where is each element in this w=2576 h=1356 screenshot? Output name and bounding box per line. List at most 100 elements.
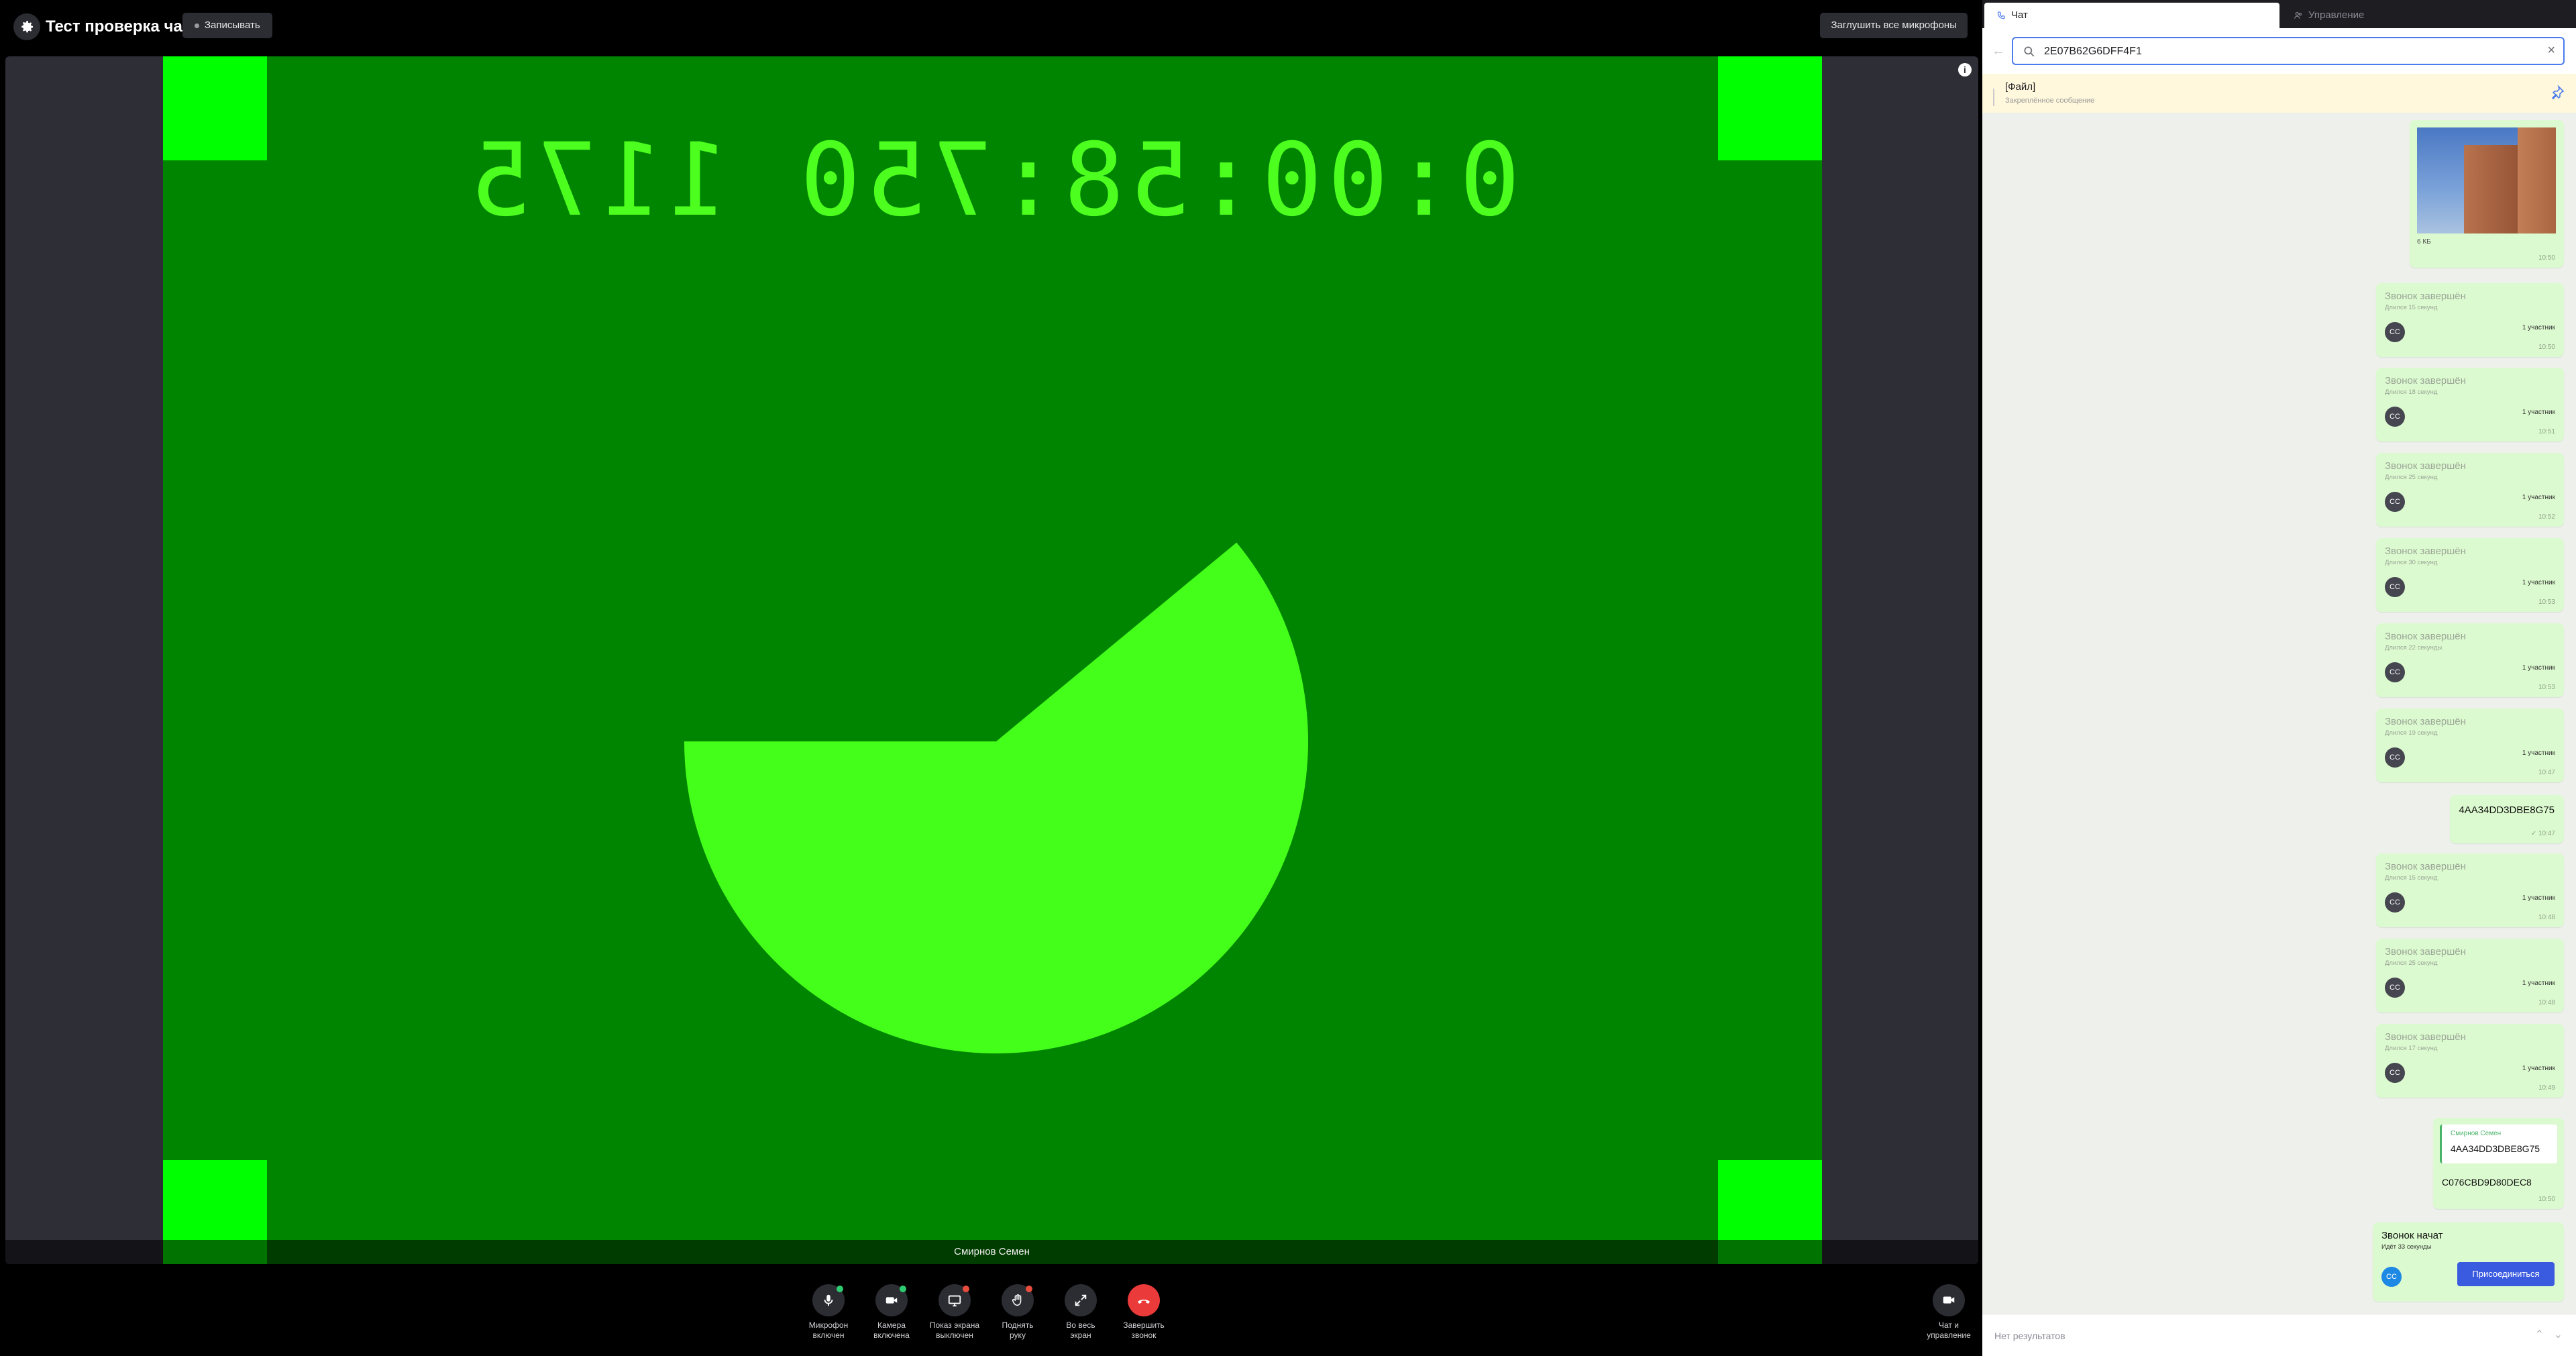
raise-hand-button[interactable] xyxy=(1002,1284,1034,1316)
fullscreen-control[interactable]: Во весь экран xyxy=(1057,1284,1104,1341)
search-results-bar: Нет результатов ⌃ ⌄ xyxy=(1982,1314,2576,1356)
text-message[interactable]: 4AA34DD3DBE8G75 ✓ 10:47 xyxy=(2450,795,2564,843)
screen-share-control[interactable]: Показ экрана выключен xyxy=(929,1284,980,1341)
hangup-button[interactable] xyxy=(1128,1284,1160,1316)
chat-video-icon xyxy=(1943,1296,1955,1304)
camera-button[interactable] xyxy=(875,1284,908,1316)
call-header: Тест проверка чат Записывать Заглушить в… xyxy=(0,0,1982,54)
message-time: ✓ 10:47 xyxy=(2530,830,2555,837)
participants-count: 1 участник xyxy=(2522,579,2555,586)
pinned-message[interactable]: [Файл] Закреплённое сообщение xyxy=(1982,74,2576,113)
camera-label: Камера включена xyxy=(873,1320,910,1340)
tab-manage-label: Управление xyxy=(2308,9,2365,21)
participants-count: 1 участник xyxy=(2522,494,2555,501)
message-time: 10:50 xyxy=(2538,1196,2555,1203)
camera-status-badge xyxy=(900,1286,906,1292)
pin-icon[interactable] xyxy=(2549,85,2565,101)
message-text: 4AA34DD3DBE8G75 xyxy=(2459,804,2555,816)
call-card-title: Звонок завершён xyxy=(2385,631,2466,642)
fullscreen-icon xyxy=(1075,1294,1087,1306)
mic-label: Микрофон включен xyxy=(808,1320,849,1340)
video-tile[interactable]: 0:00:58:750 1175 Смирнов Семен i xyxy=(5,56,1978,1264)
record-label: Записывать xyxy=(205,19,260,31)
message-time: 10:50 xyxy=(2538,254,2555,262)
tab-chat-label: Чат xyxy=(2011,9,2028,21)
call-title: Тест проверка чат xyxy=(46,17,191,36)
participants-count: 1 участник xyxy=(2522,980,2555,987)
call-card-title: Звонок завершён xyxy=(2385,545,2466,557)
chevron-up-icon[interactable]: ⌃ xyxy=(2535,1328,2544,1341)
chat-search-bar: ← × xyxy=(1982,28,2576,74)
phone-icon xyxy=(1997,11,2005,19)
participants-count: 1 участник xyxy=(2522,894,2555,902)
call-card-duration: Длился 30 секунд xyxy=(2385,559,2438,566)
message-list[interactable]: 6 КБ 10:50 Звонок завершён Длился 15 секу… xyxy=(1982,113,2576,1314)
avatar: СС xyxy=(2385,322,2405,342)
call-ended-card[interactable]: Звонок завершён Длился 30 секунд СС 1 участ… xyxy=(2376,538,2564,612)
call-card-duration: Длился 15 секунд xyxy=(2385,874,2438,882)
screen-share-icon xyxy=(948,1295,961,1307)
join-call-button[interactable]: Присоединиться xyxy=(2457,1262,2555,1286)
message-time: 10:50 xyxy=(2538,344,2555,351)
call-ended-card[interactable]: Звонок завершён Длился 22 секунды СС 1 учас… xyxy=(2376,623,2564,697)
building-image xyxy=(2518,127,2556,233)
call-ended-card[interactable]: Звонок завершён Длился 15 секунд СС 1 участ… xyxy=(2376,853,2564,927)
quoted-message[interactable]: Смирнов Семен 4AA34DD3DBE8G75 xyxy=(2440,1125,2557,1163)
call-card-title: Звонок завершён xyxy=(2385,460,2466,472)
raise-hand-control[interactable]: Поднять руку xyxy=(994,1284,1041,1341)
hangup-label: Завершить звонок xyxy=(1123,1320,1165,1340)
chevron-down-icon[interactable]: ⌄ xyxy=(2554,1328,2563,1341)
image-thumbnail[interactable] xyxy=(2417,127,2556,233)
microphone-icon xyxy=(824,1294,833,1306)
call-ended-card[interactable]: Звонок завершён Длился 25 секунд СС 1 участ… xyxy=(2376,453,2564,527)
call-card-duration: Длился 25 секунд xyxy=(2385,474,2438,481)
fullscreen-button[interactable] xyxy=(1065,1284,1097,1316)
call-card-title: Звонок завершён xyxy=(2385,375,2466,386)
mic-button[interactable] xyxy=(812,1284,845,1316)
image-message[interactable]: 6 КБ 10:50 xyxy=(2410,120,2564,268)
mic-control[interactable]: Микрофон включен xyxy=(805,1284,852,1341)
settings-button[interactable] xyxy=(13,13,40,40)
message-time: 10:51 xyxy=(2538,428,2555,435)
call-ended-card[interactable]: Звонок завершён Длился 15 секунд СС 1 участ… xyxy=(2376,283,2564,357)
message-time: 10:47 xyxy=(2538,769,2555,776)
reply-message[interactable]: Смирнов Семен 4AA34DD3DBE8G75 C076CBD9D8… xyxy=(2433,1118,2564,1209)
screen-share-label: Показ экрана выключен xyxy=(929,1320,980,1340)
camera-control[interactable]: Камера включена xyxy=(868,1284,915,1341)
hangup-control[interactable]: Завершить звонок xyxy=(1120,1284,1167,1341)
search-input[interactable] xyxy=(2044,44,2527,60)
call-card-title: Звонок завершён xyxy=(2385,946,2466,957)
active-call-title: Звонок начат xyxy=(2381,1230,2443,1241)
call-card-duration: Длился 15 секунд xyxy=(2385,304,2438,311)
avatar: СС xyxy=(2385,407,2405,427)
record-button[interactable]: Записывать xyxy=(182,13,272,38)
info-icon[interactable]: i xyxy=(1958,63,1972,76)
record-dot-icon xyxy=(195,23,199,28)
message-text: C076CBD9D80DEC8 xyxy=(2442,1177,2532,1188)
camera-icon xyxy=(885,1297,898,1304)
chat-toggle-button[interactable] xyxy=(1933,1284,1965,1316)
chat-and-manage-toggle[interactable]: Чат и управление xyxy=(1919,1284,1979,1341)
tab-chat[interactable]: Чат xyxy=(1984,3,2279,28)
image-size: 6 КБ xyxy=(2417,238,2431,246)
call-card-title: Звонок завершён xyxy=(2385,1031,2466,1043)
call-ended-card[interactable]: Звонок завершён Длился 17 секунд СС 1 участ… xyxy=(2376,1024,2564,1098)
message-time: 10:53 xyxy=(2538,598,2555,606)
call-ended-card[interactable]: Звонок завершён Длился 18 секунд СС 1 участ… xyxy=(2376,368,2564,441)
mute-all-button[interactable]: Заглушить все микрофоны xyxy=(1820,13,1968,38)
screen-share-button[interactable] xyxy=(938,1284,971,1316)
back-arrow-icon[interactable]: ← xyxy=(1992,44,2005,58)
tab-manage[interactable]: Управление xyxy=(2283,3,2574,28)
participants-count: 1 участник xyxy=(2522,1065,2555,1072)
mic-status-badge xyxy=(837,1286,843,1292)
quote-text: 4AA34DD3DBE8G75 xyxy=(2451,1143,2540,1154)
call-ended-card[interactable]: Звонок завершён Длился 25 секунд СС 1 участ… xyxy=(2376,939,2564,1012)
message-time: 10:48 xyxy=(2538,999,2555,1006)
progress-pie-sector xyxy=(684,542,1308,1053)
screen-share-status-badge xyxy=(963,1286,969,1292)
avatar: СС xyxy=(2385,978,2405,998)
active-call-card[interactable]: Звонок начат Идёт 33 секунды СС Присоеди… xyxy=(2373,1222,2564,1302)
search-field[interactable]: × xyxy=(2012,37,2565,65)
call-ended-card[interactable]: Звонок завершён Длился 19 секунд СС 1 участ… xyxy=(2376,709,2564,782)
clear-search-icon[interactable]: × xyxy=(2547,43,2555,58)
